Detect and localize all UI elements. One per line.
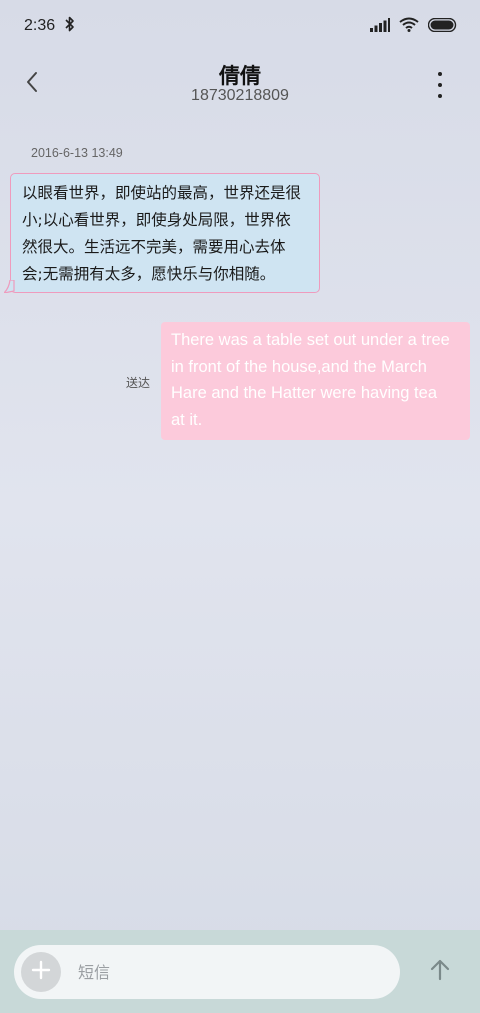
send-button[interactable] — [421, 952, 459, 992]
wifi-icon — [399, 17, 419, 36]
message-line: in front of the house,and the March — [171, 357, 427, 376]
message-line: There was a table set out under a tree — [171, 331, 450, 349]
more-vertical-icon — [438, 72, 442, 76]
sms-input[interactable] — [78, 945, 388, 999]
contact-name: 倩倩 — [219, 64, 261, 88]
status-time: 2:36 — [24, 17, 56, 34]
message-line: at it. — [171, 410, 203, 429]
outgoing-message-bubble[interactable]: There was a table set out under a tree i… — [161, 322, 470, 440]
more-options-button[interactable] — [424, 68, 456, 102]
bubble-tail — [4, 280, 15, 293]
message-line: 以眼看世界，即使站的最高，世界还是很 — [22, 184, 302, 202]
signal-icon — [370, 17, 390, 36]
message-line: 然很大。生活远不完美，需要用心去体 — [22, 238, 286, 256]
incoming-message-bubble[interactable]: 以眼看世界，即使站的最高，世界还是很 小;以心看世界，即使身处局限，世界依 然很… — [10, 173, 320, 293]
arrow-up-icon — [430, 959, 450, 985]
input-pill — [14, 945, 400, 999]
message-timestamp: 2016-6-13 13:49 — [31, 146, 123, 160]
message-composer — [0, 930, 480, 1013]
add-attachment-button[interactable] — [21, 952, 61, 992]
bluetooth-icon — [65, 16, 75, 37]
contact-number: 18730218809 — [191, 87, 289, 104]
delivery-status: 送达 — [126, 376, 151, 390]
plus-icon — [31, 960, 51, 984]
message-line: 会;无需拥有太多，愿快乐与你相随。 — [22, 265, 276, 283]
message-line: Hare and the Hatter were having tea — [171, 384, 437, 402]
conversation-header: 倩倩 18730218809 — [0, 58, 480, 110]
message-line: 小;以心看世界，即使身处局限，世界依 — [22, 211, 291, 229]
status-bar: 2:36 — [0, 0, 480, 52]
battery-icon — [427, 17, 458, 36]
